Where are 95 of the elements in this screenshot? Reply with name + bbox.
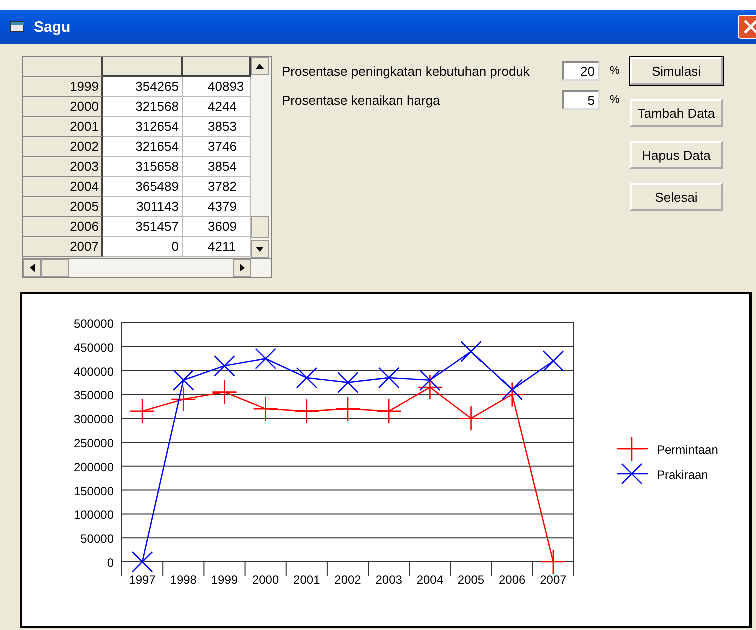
data-point-marker (337, 372, 359, 394)
table-cell: 301143 (103, 197, 183, 217)
data-point-marker (130, 398, 156, 424)
axis-label: 400000 (74, 364, 114, 379)
data-point-marker (500, 382, 526, 408)
row-header: 2004 (23, 177, 103, 197)
table-cell: 312654 (103, 117, 183, 137)
row-header: 2005 (23, 197, 103, 217)
legend-label: Prakiraan (657, 468, 708, 482)
table-cell: 3782 (183, 177, 251, 197)
row-header: 2001 (23, 117, 103, 137)
axis-label: 1997 (129, 573, 156, 587)
data-point-marker (296, 367, 318, 389)
table-cell: 321568 (103, 97, 183, 117)
axis-label: 200000 (74, 460, 114, 474)
axis-label: 350000 (74, 388, 114, 403)
unit-label: % (610, 65, 621, 77)
axis-label: 100000 (74, 508, 114, 522)
axis-label: 2002 (334, 573, 362, 587)
data-point-marker (376, 398, 402, 424)
axis-label: 2004 (416, 573, 444, 587)
table-cell: 315658 (103, 157, 183, 177)
table-cell: 365489 (103, 177, 183, 197)
table-cell: 3853 (183, 117, 251, 137)
left-arrow-icon (30, 264, 34, 272)
scroll-thumb[interactable] (41, 259, 69, 277)
scroll-up-button[interactable] (251, 57, 269, 75)
table-cell: 354265 (103, 77, 183, 97)
table-cell: 351457 (103, 217, 183, 237)
action-button[interactable]: Tambah Data (630, 99, 723, 127)
table-cell: 3609 (183, 217, 251, 237)
table-cell: 4379 (183, 197, 251, 217)
axis-label: 300000 (74, 412, 114, 427)
row-header: 2007 (23, 237, 103, 257)
data-point-marker (170, 386, 196, 412)
scroll-right-button[interactable] (233, 259, 251, 277)
table-cell: 4211 (183, 237, 251, 257)
action-button[interactable]: Hapus Data (630, 141, 723, 169)
table-cell: 4244 (183, 97, 251, 117)
scroll-thumb[interactable] (251, 216, 269, 238)
data-point-marker (458, 406, 484, 432)
row-header: 2006 (23, 217, 103, 237)
up-arrow-icon (256, 64, 264, 68)
axis-label: 0 (107, 556, 114, 570)
data-point-marker (294, 398, 320, 424)
data-point-marker (418, 374, 443, 400)
action-button[interactable]: Selesai (630, 183, 723, 211)
down-arrow-icon (256, 246, 264, 252)
data-point-marker (132, 551, 154, 573)
axis-label: 2007 (540, 573, 567, 587)
data-point-marker (420, 370, 441, 391)
data-point-marker (378, 367, 400, 389)
data-point-marker (253, 396, 278, 422)
table-cell: 321654 (103, 137, 183, 157)
data-point-marker (540, 549, 566, 575)
axis-label: 2001 (294, 573, 320, 587)
row-header: 2003 (23, 157, 103, 177)
scroll-left-button[interactable] (23, 259, 41, 277)
data-point-marker (542, 350, 564, 372)
axis-label: 2000 (252, 573, 280, 587)
data-point-marker (214, 355, 236, 377)
data-point-marker (255, 348, 276, 370)
axis-label: 500000 (74, 317, 114, 331)
axis-label: 2005 (458, 573, 485, 587)
data-point-marker (502, 379, 524, 401)
table-cell: 0 (103, 237, 183, 257)
axis-label: 150000 (74, 484, 114, 498)
axis-label: 2006 (499, 573, 526, 587)
data-point-marker (460, 341, 482, 362)
table-cell: 40893 (183, 77, 251, 97)
input-field[interactable]: 20 (562, 61, 600, 81)
axis-label: 450000 (74, 340, 114, 355)
window-title: Sagu (34, 18, 71, 36)
row-header: 2000 (23, 97, 103, 117)
unit-label: % (610, 94, 621, 106)
axis-label: 2003 (376, 573, 402, 587)
field-label: Prosentase kenaikan harga (282, 92, 442, 108)
data-point-marker (335, 396, 361, 422)
row-header: 2002 (23, 137, 103, 157)
table-cell: 3746 (183, 137, 251, 157)
legend-label: Permintaan (657, 443, 718, 457)
scroll-down-button[interactable] (251, 240, 269, 258)
window-icon (10, 20, 26, 34)
axis-label: 250000 (74, 436, 114, 450)
right-arrow-icon (240, 264, 244, 272)
data-point-marker (212, 380, 238, 405)
row-header: 1999 (23, 77, 103, 97)
action-button[interactable]: Simulasi (630, 57, 723, 85)
axis-label: 1999 (211, 573, 238, 587)
axis-label: 50000 (80, 532, 114, 546)
field-label: Prosentase peningkatan kebutuhan produk (282, 64, 531, 78)
input-field[interactable]: 5 (562, 90, 600, 110)
data-point-marker (172, 370, 194, 391)
table-cell: 3854 (183, 157, 251, 177)
axis-label: 1998 (170, 573, 197, 587)
